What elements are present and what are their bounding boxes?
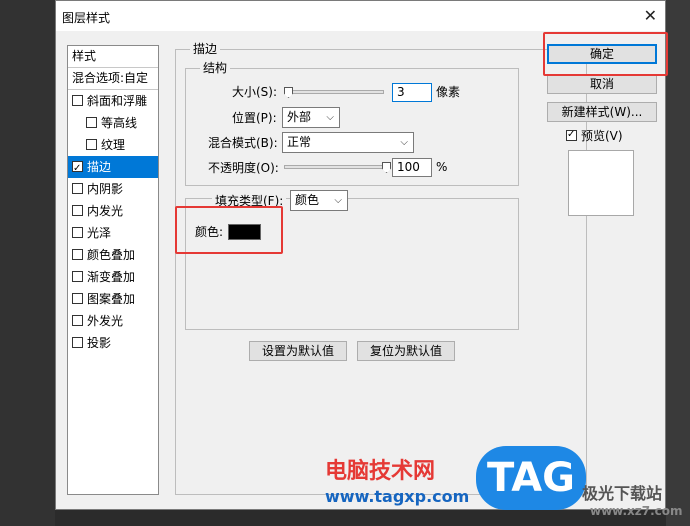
opacity-slider-thumb[interactable] bbox=[382, 162, 391, 173]
opacity-input[interactable]: 100 bbox=[392, 158, 432, 177]
preview-checkbox[interactable] bbox=[566, 127, 577, 143]
size-input[interactable]: 3 bbox=[392, 83, 432, 102]
style-item[interactable]: 外发光 bbox=[68, 310, 158, 332]
opacity-slider-track[interactable] bbox=[284, 165, 390, 169]
watermark-url: www.tagxp.com bbox=[325, 487, 470, 506]
blend-options-item[interactable]: 混合选项:自定 bbox=[68, 68, 158, 90]
style-item[interactable]: 斜面和浮雕 bbox=[68, 90, 158, 112]
structure-group: 结构 大小(S): 3 像素 位置(P): 外部 ⌵ 混合模式(B): 正常 ⌵… bbox=[185, 61, 519, 186]
style-item[interactable]: 渐变叠加 bbox=[68, 266, 158, 288]
chevron-down-icon: ⌵ bbox=[400, 137, 408, 148]
style-item-label: 内阴影 bbox=[87, 182, 124, 196]
structure-title: 结构 bbox=[200, 61, 231, 75]
style-item-label: 纹理 bbox=[101, 138, 126, 152]
reset-default-button[interactable]: 复位为默认值 bbox=[357, 341, 455, 361]
chevron-down-icon: ⌵ bbox=[326, 112, 334, 123]
style-item-label: 投影 bbox=[87, 336, 112, 350]
preview-label: 预览(V) bbox=[581, 129, 623, 143]
style-item-label: 图案叠加 bbox=[87, 292, 136, 306]
style-item-label: 渐变叠加 bbox=[87, 270, 136, 284]
style-item[interactable]: 光泽 bbox=[68, 222, 158, 244]
style-item-checkbox[interactable] bbox=[72, 249, 83, 260]
style-item[interactable]: 等高线 bbox=[68, 112, 158, 134]
opacity-label: 不透明度(O): bbox=[208, 161, 279, 175]
size-unit: 像素 bbox=[436, 85, 461, 99]
style-item-label: 描边 bbox=[87, 160, 112, 174]
style-item-label: 等高线 bbox=[101, 116, 138, 130]
style-item-label: 外发光 bbox=[87, 314, 124, 328]
fill-type-label: 填充类型(F): bbox=[212, 193, 287, 209]
ok-button[interactable]: 确定 bbox=[547, 44, 657, 64]
size-label: 大小(S): bbox=[232, 85, 278, 99]
style-item-checkbox[interactable] bbox=[72, 293, 83, 304]
position-label: 位置(P): bbox=[232, 111, 277, 125]
style-item-checkbox[interactable] bbox=[72, 315, 83, 326]
fill-type-select[interactable]: 颜色 ⌵ bbox=[290, 190, 348, 211]
style-item-checkbox[interactable] bbox=[72, 271, 83, 282]
canvas-background-left bbox=[0, 0, 55, 526]
color-swatch[interactable] bbox=[228, 224, 261, 240]
style-item-checkbox[interactable] bbox=[72, 158, 83, 180]
style-item[interactable]: 描边 bbox=[68, 156, 158, 180]
style-item[interactable]: 图案叠加 bbox=[68, 288, 158, 310]
style-item-label: 光泽 bbox=[87, 226, 112, 240]
style-item-checkbox[interactable] bbox=[72, 95, 83, 106]
preview-thumbnail bbox=[568, 150, 634, 216]
chevron-down-icon: ⌵ bbox=[334, 195, 342, 206]
style-item[interactable]: 内阴影 bbox=[68, 178, 158, 200]
style-item-checkbox[interactable] bbox=[86, 139, 97, 150]
style-item-label: 内发光 bbox=[87, 204, 124, 218]
style-item-checkbox[interactable] bbox=[86, 117, 97, 128]
color-label: 颜色: bbox=[195, 225, 224, 239]
preview-toggle[interactable]: 预览(V) bbox=[566, 127, 623, 144]
watermark-tag-logo: TAG bbox=[476, 446, 586, 510]
set-default-button[interactable]: 设置为默认值 bbox=[249, 341, 347, 361]
watermark-site-url: www.xz7.com bbox=[590, 504, 683, 518]
close-icon[interactable]: ✕ bbox=[644, 6, 657, 25]
style-item-checkbox[interactable] bbox=[72, 227, 83, 238]
style-item[interactable]: 颜色叠加 bbox=[68, 244, 158, 266]
blend-mode-select[interactable]: 正常 ⌵ bbox=[282, 132, 414, 153]
fill-type-group: 填充类型(F): 颜色 ⌵ 颜色: bbox=[185, 190, 519, 330]
position-select[interactable]: 外部 ⌵ bbox=[282, 107, 340, 128]
watermark-brand: 电脑技术网 bbox=[325, 459, 436, 484]
style-list: 样式 混合选项:自定 斜面和浮雕等高线纹理描边内阴影内发光光泽颜色叠加渐变叠加图… bbox=[67, 45, 159, 495]
new-style-button[interactable]: 新建样式(W)... bbox=[547, 102, 657, 122]
style-item-checkbox[interactable] bbox=[72, 337, 83, 348]
opacity-unit: % bbox=[436, 160, 448, 174]
blend-mode-value: 正常 bbox=[287, 135, 312, 149]
style-item-label: 颜色叠加 bbox=[87, 248, 136, 262]
style-item[interactable]: 纹理 bbox=[68, 134, 158, 156]
style-item-checkbox[interactable] bbox=[72, 183, 83, 194]
layer-style-dialog: 图层样式 ✕ 样式 混合选项:自定 斜面和浮雕等高线纹理描边内阴影内发光光泽颜色… bbox=[55, 0, 666, 510]
canvas-background-right bbox=[666, 0, 690, 526]
style-item[interactable]: 内发光 bbox=[68, 200, 158, 222]
style-list-header[interactable]: 样式 bbox=[68, 46, 158, 68]
size-slider-track[interactable] bbox=[284, 90, 384, 94]
watermark-site: 极光下载站 bbox=[582, 484, 663, 503]
style-item-checkbox[interactable] bbox=[72, 205, 83, 216]
size-slider-thumb[interactable] bbox=[284, 87, 293, 98]
dialog-title: 图层样式 bbox=[62, 11, 111, 25]
cancel-button[interactable]: 取消 bbox=[547, 74, 657, 94]
style-item[interactable]: 投影 bbox=[68, 332, 158, 354]
fill-type-value: 颜色 bbox=[295, 193, 320, 207]
position-value: 外部 bbox=[287, 110, 312, 124]
title-bar: 图层样式 ✕ bbox=[56, 1, 665, 31]
stroke-group-title: 描边 bbox=[190, 42, 221, 56]
stroke-group: 描边 结构 大小(S): 3 像素 位置(P): 外部 ⌵ 混合模式(B): 正… bbox=[175, 42, 587, 495]
blend-mode-label: 混合模式(B): bbox=[208, 136, 278, 150]
style-item-label: 斜面和浮雕 bbox=[87, 94, 148, 108]
